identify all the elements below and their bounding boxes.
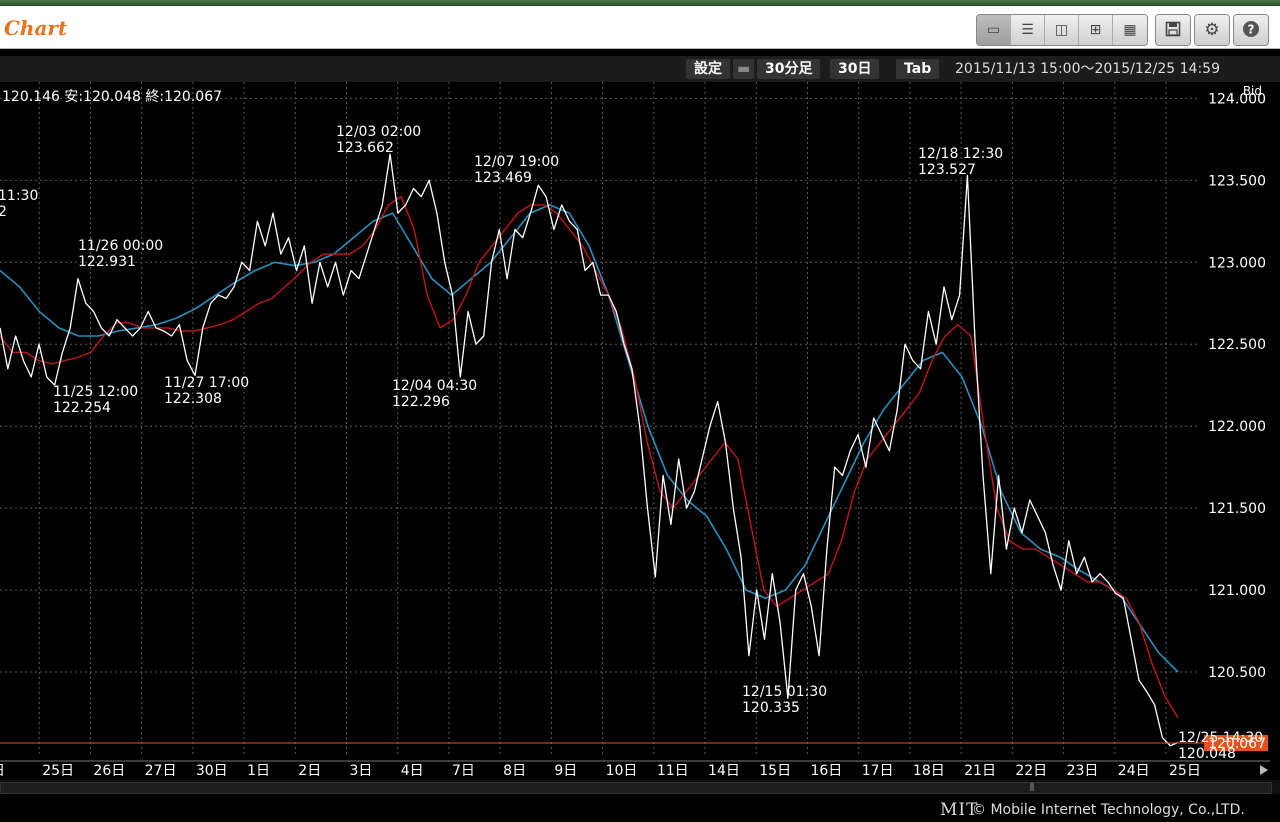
annotation-time: 12/04 04:30 (392, 378, 477, 394)
layout-four-button[interactable]: ⊞ (1079, 15, 1113, 45)
x-tick-label: 8日 (503, 763, 526, 779)
save-button[interactable] (1156, 15, 1190, 45)
x-tick-label: 21日 (964, 763, 996, 779)
x-tick-label: 18日 (913, 763, 945, 779)
annotation-value: 122.254 (53, 400, 111, 416)
x-tick-label: 25日 (42, 763, 74, 779)
x-tick-label: 1日 (247, 763, 270, 779)
gear-icon: ⚙ (1204, 19, 1220, 40)
y-tick-label: 121.000 (1208, 583, 1266, 599)
x-tick-label: 14日 (708, 763, 740, 779)
x-tick-label: 4日 (401, 763, 424, 779)
annotation-time: 12/03 02:00 (336, 124, 421, 140)
help-group: ? (1233, 14, 1269, 46)
app-title: Chart (4, 16, 68, 40)
y-tick-label: 120.500 (1208, 665, 1266, 681)
help-button[interactable]: ? (1234, 15, 1268, 45)
y-tick-label: 123.500 (1208, 173, 1266, 189)
x-tick-label: 2日 (298, 763, 321, 779)
annotation-value: 2 (0, 204, 7, 220)
x-tick-label: 16日 (810, 763, 842, 779)
annotation-value: 123.527 (918, 162, 976, 178)
x-tick-label: 27日 (145, 763, 177, 779)
save-group (1155, 14, 1191, 46)
annotation-time: 11/25 12:00 (53, 384, 138, 400)
x-tick-label: 10日 (606, 763, 638, 779)
settings-button[interactable]: ⚙ (1195, 15, 1229, 45)
layout-four-icon: ⊞ (1089, 22, 1102, 38)
period-button[interactable]: 30日 (830, 59, 880, 79)
x-tick-label: 11日 (657, 763, 689, 779)
x-tick-label: 7日 (452, 763, 475, 779)
x-tick-label: 24日 (1118, 763, 1150, 779)
x-tick-label: 23日 (1067, 763, 1099, 779)
annotation-time: 12/15 01:30 (742, 684, 827, 700)
price-chart[interactable]: 124.000123.500123.000122.500122.000121.5… (0, 82, 1280, 780)
x-tick-label: 日 (0, 763, 5, 779)
annotation-time: 11/26 00:00 (78, 238, 163, 254)
y-tick-label: 122.000 (1208, 419, 1266, 435)
help-icon: ? (1242, 20, 1260, 41)
x-tick-label: 9日 (554, 763, 577, 779)
layout-two-row-button[interactable]: ☰ (1011, 15, 1045, 45)
annotation-value: 122.308 (164, 391, 222, 407)
title-bar: Chart ▭ ☰ ◫ ⊞ ▦ ⚙ ? (0, 6, 1280, 49)
annotation-time: 11/27 17:00 (164, 375, 249, 391)
annotation-value: 120.048 (1178, 746, 1236, 762)
x-tick-label: 26日 (93, 763, 125, 779)
copyright: © Mobile Internet Technology, Co.,LTD. (972, 802, 1245, 818)
y-tick-label: 122.500 (1208, 337, 1266, 353)
x-tick-label: 15日 (759, 763, 791, 779)
layout-many-icon: ▦ (1123, 22, 1137, 38)
y-tick-label: 123.000 (1208, 255, 1266, 271)
x-tick-label: 25日 (1169, 763, 1201, 779)
annotation-value: 123.469 (474, 170, 532, 186)
settings-group: ⚙ (1194, 14, 1230, 46)
layout-many-button[interactable]: ▦ (1113, 15, 1147, 45)
scrollbar-thumb[interactable] (0, 782, 1272, 794)
layout-single-icon: ▭ (986, 22, 1001, 38)
annotation-time: 12/25 14:30 (1178, 730, 1263, 746)
layout-two-col-icon: ◫ (1054, 22, 1069, 38)
annotation-value: 122.296 (392, 394, 450, 410)
x-tick-label: 30日 (196, 763, 228, 779)
interval-button[interactable]: 30分足 (757, 59, 821, 79)
annotation-value: 122.931 (78, 254, 136, 270)
annotation-time: 12/18 12:30 (918, 146, 1003, 162)
y-tick-label: 121.500 (1208, 501, 1266, 517)
x-tick-label: 3日 (350, 763, 373, 779)
annotation-value: 123.662 (336, 140, 394, 156)
scrollbar-grip (1030, 783, 1034, 791)
ohlc-readout: 120.146 安:120.048 終:120.067 (2, 89, 222, 105)
x-tick-label: 17日 (862, 763, 894, 779)
price-type-label: Bid (1243, 84, 1262, 98)
layout-two-row-icon: ☰ (1021, 22, 1034, 38)
layout-single-button[interactable]: ▭ (977, 15, 1011, 45)
annotation-time: 12/07 19:00 (474, 154, 559, 170)
annotation-time: 11:30 (0, 188, 38, 204)
settings-dropdown-icon[interactable]: ▬ (733, 59, 755, 79)
date-range: 2015/11/13 15:00～2015/12/25 14:59 (955, 61, 1220, 77)
x-tick-label: 22日 (1015, 763, 1047, 779)
layout-selector: ▭ ☰ ◫ ⊞ ▦ (976, 14, 1148, 46)
tab-button[interactable]: Tab (896, 59, 940, 79)
save-icon (1165, 21, 1181, 40)
settings-menu-button[interactable]: 設定 (686, 59, 730, 79)
svg-text:?: ? (1248, 22, 1255, 36)
layout-two-col-button[interactable]: ◫ (1045, 15, 1079, 45)
annotation-value: 120.335 (742, 700, 800, 716)
